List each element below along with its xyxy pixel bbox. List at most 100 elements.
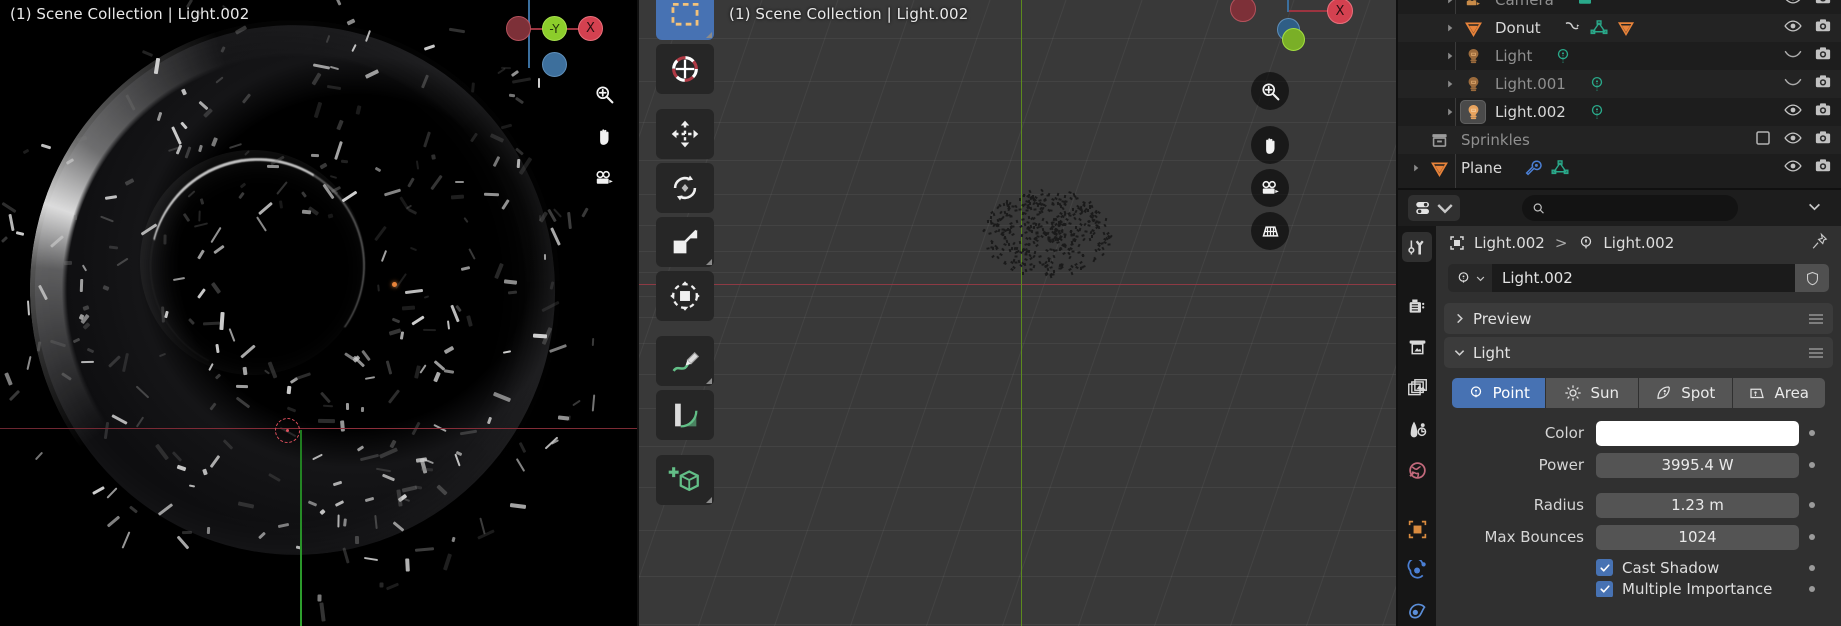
tool-annotate[interactable] bbox=[656, 336, 714, 386]
outliner-row-toggles[interactable] bbox=[1784, 0, 1832, 14]
camera-view-button-mid[interactable] bbox=[1251, 169, 1289, 207]
animate-property-dot[interactable] bbox=[1799, 430, 1825, 436]
properties-search[interactable] bbox=[1522, 195, 1738, 221]
outliner-visibility-toggle[interactable] bbox=[1784, 0, 1802, 11]
property-checkbox-row[interactable]: Cast Shadow bbox=[1444, 554, 1833, 581]
animate-property-dot[interactable] bbox=[1799, 586, 1825, 592]
pin-button[interactable] bbox=[1810, 232, 1829, 255]
properties-tab-data[interactable] bbox=[1402, 596, 1432, 626]
outliner-expand-toggle[interactable] bbox=[1440, 0, 1460, 5]
outliner-render-toggle[interactable] bbox=[1814, 101, 1832, 123]
filter-dropdown-button[interactable] bbox=[1798, 195, 1831, 221]
property-checkbox-row[interactable]: Multiple Importance bbox=[1444, 581, 1833, 597]
properties-tab-scene[interactable] bbox=[1402, 414, 1432, 444]
outliner-expand-toggle[interactable] bbox=[1440, 107, 1460, 117]
properties-tab-output[interactable] bbox=[1402, 332, 1432, 362]
outliner-row-toggles[interactable] bbox=[1784, 70, 1832, 98]
panel-light-header[interactable]: Light bbox=[1444, 337, 1833, 368]
animate-property-dot[interactable] bbox=[1799, 564, 1825, 571]
tool-rotate[interactable] bbox=[656, 163, 714, 213]
outliner-item-label[interactable]: Camera bbox=[1486, 0, 1554, 9]
field-value-color[interactable] bbox=[1596, 420, 1799, 446]
light-name-field[interactable]: Light.002 bbox=[1492, 264, 1795, 292]
properties-tab-physics[interactable] bbox=[1402, 555, 1432, 585]
viewport-solid[interactable]: (1) Scene Collection | Light.002 X bbox=[637, 0, 1396, 626]
outliner-row[interactable]: Camera bbox=[1398, 0, 1841, 14]
outliner-visibility-toggle[interactable] bbox=[1784, 17, 1802, 39]
outliner-item-label[interactable]: Donut bbox=[1486, 19, 1541, 37]
outliner-row-toggles[interactable] bbox=[1784, 14, 1832, 42]
outliner-row[interactable]: Light.002 bbox=[1398, 98, 1841, 126]
outliner-visibility-toggle[interactable] bbox=[1784, 101, 1802, 123]
light-type-spot[interactable]: Spot bbox=[1639, 378, 1733, 408]
camera-view-button-left[interactable] bbox=[585, 159, 623, 197]
breadcrumb-object[interactable]: Light.002 bbox=[1474, 234, 1545, 252]
tool-add-cube[interactable] bbox=[656, 455, 714, 505]
outliner-expand-toggle[interactable] bbox=[1406, 163, 1426, 173]
gizmo-ball-x[interactable]: X bbox=[1327, 0, 1353, 24]
outliner-row-toggles[interactable] bbox=[1784, 98, 1832, 126]
zoom-button-mid[interactable] bbox=[1251, 72, 1289, 110]
tool-transform[interactable] bbox=[656, 271, 714, 321]
toggle-ortho-button-mid[interactable] bbox=[1251, 212, 1289, 250]
light-type-sun[interactable]: Sun bbox=[1545, 378, 1639, 408]
outliner-render-toggle[interactable] bbox=[1814, 73, 1832, 95]
tool-measure[interactable] bbox=[656, 390, 714, 440]
tool-move[interactable] bbox=[656, 109, 714, 159]
tool-cursor[interactable] bbox=[656, 44, 714, 94]
gizmo-ball-neg-x[interactable] bbox=[506, 16, 531, 41]
outliner-render-toggle[interactable] bbox=[1814, 129, 1832, 151]
properties-tab-object[interactable] bbox=[1402, 514, 1432, 544]
outliner-row[interactable]: Light bbox=[1398, 42, 1841, 70]
animate-property-dot[interactable] bbox=[1799, 462, 1825, 468]
light-type-selector[interactable]: Point Sun Spot Area bbox=[1444, 376, 1833, 418]
viewport-rendered[interactable]: (1) Scene Collection | Light.002 X -Y bbox=[0, 0, 637, 626]
light-type-area[interactable]: Area bbox=[1732, 378, 1825, 408]
properties-tab-view-layer[interactable] bbox=[1402, 373, 1432, 403]
fake-user-button[interactable] bbox=[1795, 264, 1829, 292]
outliner-editor[interactable]: Camera Donut Light Light.001 Light.002 Sprink… bbox=[1396, 0, 1841, 188]
gizmo-ball-y[interactable] bbox=[1282, 28, 1305, 51]
outliner-render-toggle[interactable] bbox=[1814, 45, 1832, 67]
viewport-toolbar[interactable] bbox=[656, 0, 714, 505]
gizmo-ball-neg-x[interactable] bbox=[1230, 0, 1256, 22]
outliner-visibility-toggle[interactable] bbox=[1784, 73, 1802, 95]
properties-tab-world[interactable] bbox=[1402, 455, 1432, 485]
outliner-render-toggle[interactable] bbox=[1814, 0, 1832, 11]
zoom-button-left[interactable] bbox=[585, 75, 623, 113]
gizmo-ball-neg-y[interactable]: -Y bbox=[542, 16, 567, 41]
outliner-expand-toggle[interactable] bbox=[1440, 23, 1460, 33]
outliner-visibility-toggle[interactable] bbox=[1784, 129, 1802, 151]
outliner-row[interactable]: Plane bbox=[1398, 154, 1841, 182]
outliner-item-label[interactable]: Light.001 bbox=[1486, 75, 1566, 93]
animate-property-dot[interactable] bbox=[1799, 534, 1825, 540]
outliner-exclude-checkbox[interactable] bbox=[1754, 129, 1772, 151]
tool-tweak-select-box[interactable] bbox=[656, 0, 714, 40]
properties-tab-tool[interactable] bbox=[1402, 232, 1432, 262]
outliner-row[interactable]: Sprinkles bbox=[1398, 126, 1841, 154]
pan-button-mid[interactable] bbox=[1251, 126, 1289, 164]
outliner-render-toggle[interactable] bbox=[1814, 157, 1832, 179]
panel-preview-header[interactable]: Preview bbox=[1444, 303, 1833, 334]
outliner-render-toggle[interactable] bbox=[1814, 17, 1832, 39]
properties-tab-render[interactable] bbox=[1402, 291, 1432, 321]
outliner-row-toggles[interactable] bbox=[1784, 154, 1832, 182]
outliner-row-toggles[interactable] bbox=[1784, 42, 1832, 70]
outliner-item-label[interactable]: Light.002 bbox=[1486, 103, 1566, 121]
outliner-row-toggles[interactable] bbox=[1754, 126, 1832, 154]
outliner-visibility-toggle[interactable] bbox=[1784, 157, 1802, 179]
tool-scale[interactable] bbox=[656, 217, 714, 267]
outliner-item-label[interactable]: Plane bbox=[1452, 159, 1502, 177]
checkbox-multiple-importance[interactable] bbox=[1596, 581, 1613, 597]
breadcrumb-data[interactable]: Light.002 bbox=[1603, 234, 1674, 252]
outliner-item-label[interactable]: Light bbox=[1486, 47, 1532, 65]
light-type-point[interactable]: Point bbox=[1452, 378, 1546, 408]
gizmo-ball-x[interactable]: X bbox=[578, 16, 603, 41]
properties-tab-rail[interactable] bbox=[1398, 226, 1436, 626]
properties-editor[interactable]: Light.002 > Light.002 Light.002 Preview … bbox=[1396, 188, 1841, 626]
search-input[interactable] bbox=[1551, 200, 1728, 216]
gizmo-ball-neg-z[interactable] bbox=[542, 52, 567, 77]
outliner-expand-toggle[interactable] bbox=[1440, 79, 1460, 89]
browse-light-data-button[interactable] bbox=[1448, 264, 1492, 292]
outliner-visibility-toggle[interactable] bbox=[1784, 45, 1802, 67]
